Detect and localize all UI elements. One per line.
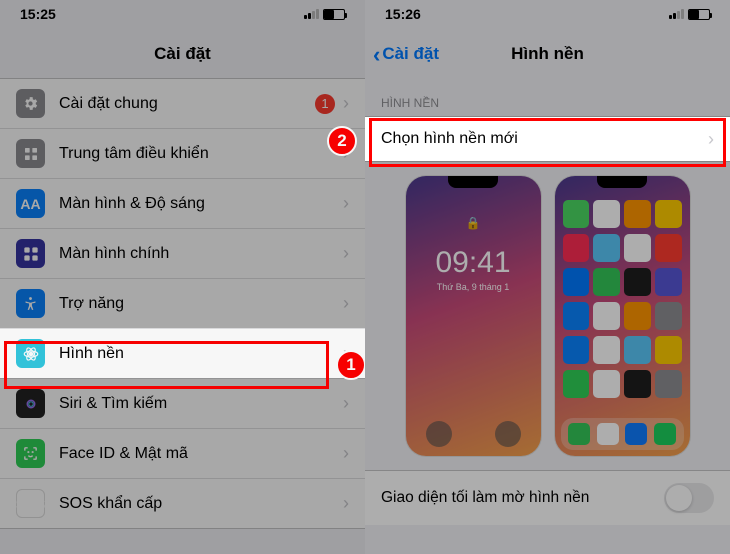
- step-marker-1: 1: [336, 350, 365, 380]
- section-header-wallpaper: HÌNH NỀN: [365, 78, 730, 116]
- row-label: Màn hình chính: [59, 245, 343, 263]
- settings-list-group1: Cài đặt chung 1 › Trung tâm điều khiển ›…: [0, 78, 365, 529]
- row-label: Siri & Tìm kiếm: [59, 395, 343, 413]
- chevron-left-icon: ‹: [373, 46, 380, 63]
- row-label: Hình nền: [59, 345, 343, 363]
- row-label: Chọn hình nền mới: [381, 130, 708, 148]
- preview-home-screen[interactable]: [555, 176, 690, 456]
- notification-badge: 1: [315, 94, 335, 114]
- home-grid: [563, 200, 682, 412]
- row-accessibility[interactable]: Trợ năng ›: [0, 278, 365, 328]
- status-bar: 15:26: [365, 0, 730, 20]
- dark-dim-toggle[interactable]: [664, 483, 714, 513]
- wallpaper-list: Chọn hình nền mới ›: [365, 116, 730, 162]
- row-label: Trung tâm điều khiển: [59, 145, 343, 163]
- back-label: Cài đặt: [382, 44, 439, 64]
- chevron-right-icon: ›: [343, 443, 349, 464]
- row-choose-wallpaper[interactable]: Chọn hình nền mới ›: [365, 117, 730, 161]
- chevron-right-icon: ›: [343, 293, 349, 314]
- phone-left-settings: 15:25 Cài đặt Cài đặt chung 1 › Trung tâ…: [0, 0, 365, 554]
- gear-icon: [16, 89, 45, 118]
- signal-icon: [304, 9, 319, 19]
- row-sos[interactable]: SOS SOS khẩn cấp ›: [0, 478, 365, 528]
- dock: [561, 418, 684, 450]
- preview-lock-screen[interactable]: 🔒 09:41 Thứ Ba, 9 tháng 1: [406, 176, 541, 456]
- toggle-label: Giao diện tối làm mờ hình nền: [381, 489, 664, 507]
- row-dark-dim-toggle: Giao diện tối làm mờ hình nền: [365, 470, 730, 525]
- faceid-icon: [16, 439, 45, 468]
- battery-icon: [323, 9, 345, 20]
- row-label: Màn hình & Độ sáng: [59, 195, 343, 213]
- dock: [412, 418, 535, 450]
- chevron-right-icon: ›: [708, 129, 714, 150]
- wallpaper-icon: [16, 339, 45, 368]
- accessibility-icon: [16, 289, 45, 318]
- chevron-right-icon: ›: [343, 493, 349, 514]
- chevron-right-icon: ›: [343, 93, 349, 114]
- row-label: SOS khẩn cấp: [59, 495, 343, 513]
- row-label: Trợ năng: [59, 295, 343, 313]
- chevron-right-icon: ›: [343, 243, 349, 264]
- page-title: Hình nền: [511, 44, 584, 63]
- back-button[interactable]: ‹ Cài đặt: [373, 44, 439, 64]
- row-home-screen[interactable]: Màn hình chính ›: [0, 228, 365, 278]
- row-general[interactable]: Cài đặt chung 1 ›: [0, 79, 365, 128]
- chevron-right-icon: ›: [343, 393, 349, 414]
- siri-icon: [16, 389, 45, 418]
- status-indicators: [304, 9, 345, 20]
- row-control-center[interactable]: Trung tâm điều khiển ›: [0, 128, 365, 178]
- display-icon: AA: [16, 189, 45, 218]
- signal-icon: [669, 9, 684, 19]
- status-indicators: [669, 9, 710, 20]
- control-center-icon: [16, 139, 45, 168]
- phone-right-wallpaper: 15:26 ‹ Cài đặt Hình nền HÌNH NỀN Chọn h…: [365, 0, 730, 554]
- lock-time: 09:41: [435, 246, 510, 280]
- row-faceid[interactable]: Face ID & Mật mã ›: [0, 428, 365, 478]
- step-marker-2: 2: [327, 126, 357, 156]
- lock-date: Thứ Ba, 9 tháng 1: [437, 282, 510, 292]
- row-siri[interactable]: Siri & Tìm kiếm ›: [0, 378, 365, 428]
- row-label: Cài đặt chung: [59, 95, 315, 113]
- nav-bar: ‹ Cài đặt Hình nền: [365, 20, 730, 78]
- row-wallpaper[interactable]: Hình nền ›: [0, 328, 365, 378]
- row-label: Face ID & Mật mã: [59, 445, 343, 463]
- page-title: Cài đặt: [0, 20, 365, 78]
- home-screen-icon: [16, 239, 45, 268]
- status-bar: 15:25: [0, 0, 365, 20]
- lock-icon: 🔒: [466, 216, 481, 230]
- battery-icon: [688, 9, 710, 20]
- wallpaper-previews: 🔒 09:41 Thứ Ba, 9 tháng 1: [365, 162, 730, 470]
- chevron-right-icon: ›: [343, 193, 349, 214]
- sos-icon: SOS: [16, 489, 45, 518]
- row-display[interactable]: AA Màn hình & Độ sáng ›: [0, 178, 365, 228]
